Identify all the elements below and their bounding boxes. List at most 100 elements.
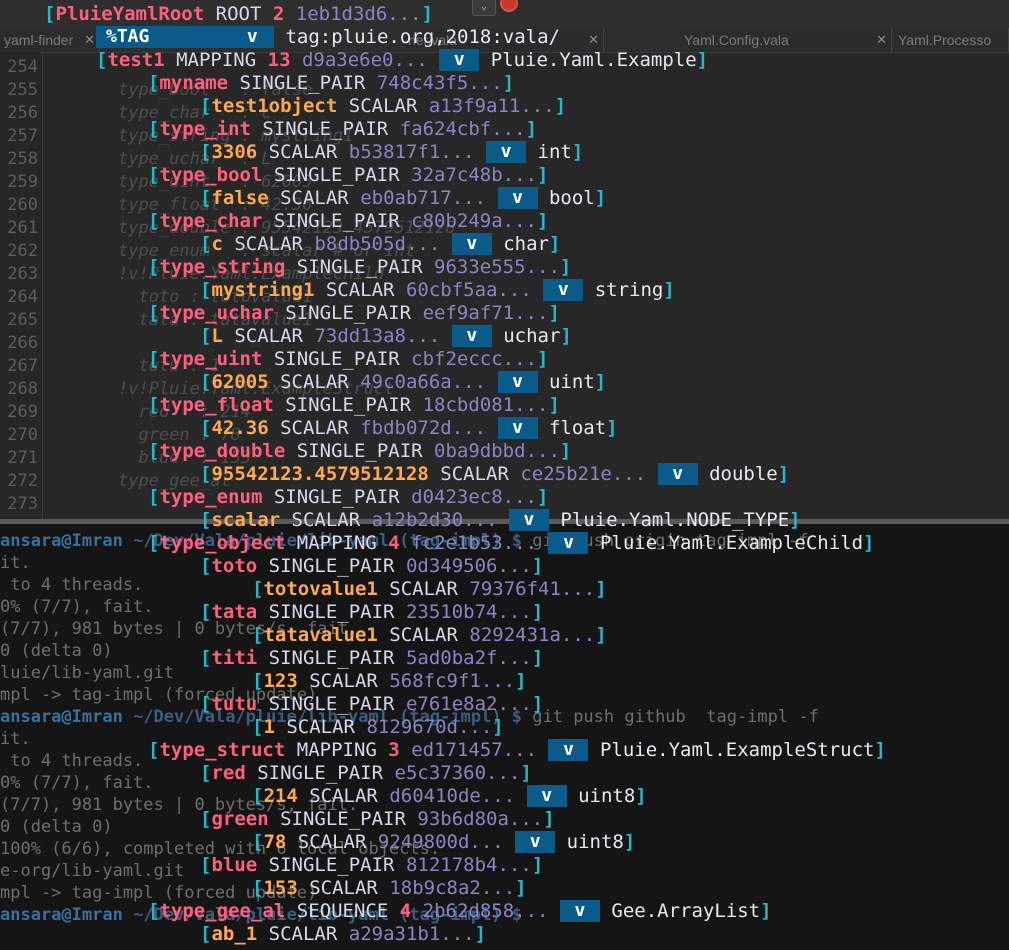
node-value: false [211,187,269,209]
chevron-down-icon[interactable]: v [530,831,541,852]
close-bracket: ] [531,854,544,876]
chevron-down-icon[interactable]: v [672,463,683,484]
type-badge[interactable]: v [559,900,600,922]
close-bracket: ] [548,302,560,324]
chevron-down-icon[interactable]: v [541,785,552,806]
chevron-down-icon[interactable]: v [575,900,586,921]
node-id: b8db505d [314,233,406,255]
node-type: SCALAR [280,371,349,393]
node-class: uint8 [578,785,636,807]
node-type: SCALAR [280,187,349,209]
chevron-down-icon[interactable]: v [466,325,477,346]
node-name: type_double [159,440,286,462]
open-bracket: [ [252,578,264,600]
node-type: SCALAR [291,509,361,531]
open-bracket: [ [252,831,264,853]
node-type: SCALAR [309,877,378,899]
type-badge[interactable]: v [526,785,567,807]
node-type: SINGLE_PAIR [273,164,400,186]
type-badge[interactable]: v [657,463,698,485]
node-type: SCALAR [389,578,458,600]
dump-row: [red SINGLE_PAIR e5c37360...] [200,762,532,785]
open-bracket: [ [200,693,212,715]
close-bracket: ] [559,256,572,278]
chevron-down-icon[interactable]: v [512,371,523,392]
dump-row: [toto SINGLE_PAIR 0d349506...] [200,555,543,578]
child-count: 2 [272,3,285,25]
close-bracket: ] [863,532,875,554]
node-type: SCALAR [234,233,303,255]
type-badge[interactable]: v [548,739,589,761]
ellipsis: ... [486,762,521,784]
node-type: SINGLE_PAIR [285,394,412,416]
chevron-down-icon[interactable]: v [466,233,477,254]
type-badge[interactable]: v [497,187,538,209]
ellipsis: ... [502,210,537,232]
type-badge[interactable]: v [497,417,538,439]
node-type: SCALAR [286,716,355,738]
node-id: 0d349506 [405,555,498,577]
type-badge[interactable]: v [548,532,589,554]
chevron-down-icon[interactable]: v [512,417,523,438]
chevron-down-icon[interactable]: v [524,509,535,530]
ellipsis: ... [405,325,441,347]
close-bracket: ] [760,900,772,922]
open-bracket: [ [148,72,160,94]
open-bracket: [ [200,141,212,163]
chevron-down-icon[interactable]: v [247,26,258,47]
open-bracket: [ [148,486,160,508]
open-bracket: [ [44,3,56,25]
close-bracket: ] [525,118,538,140]
open-bracket: [ [252,877,264,899]
node-type: SCALAR [268,141,338,163]
node-id: 9633e555 [434,256,526,278]
node-type: SINGLE_PAIR [285,302,412,324]
close-bracket: ] [502,72,515,94]
node-id: 18b9c8a2 [389,877,481,899]
ellipsis: ... [560,624,596,646]
dump-row: [type_float SINGLE_PAIR 18cbd081...] [148,394,560,417]
chevron-down-icon[interactable]: v [558,279,569,300]
dump-row: %TAG v tag:pluie.org,2018:vala/ [96,26,560,49]
type-badge[interactable]: v [486,141,527,163]
chevron-down-icon[interactable]: v [501,141,512,162]
node-value: 214 [263,785,298,807]
dump-row: [totovalue1 SCALAR 79376f41...] [252,578,607,601]
dump-row: [type_uint SINGLE_PAIR cbf2eccc...] [148,348,548,371]
node-name: test1 [107,49,165,71]
close-bracket: ] [696,49,709,71]
node-id: 748c43f5 [376,72,469,94]
type-badge[interactable]: v [497,371,538,393]
type-badge[interactable]: v [508,509,549,531]
type-badge[interactable]: v [439,49,480,71]
chevron-down-icon[interactable]: v [454,49,465,70]
node-name: type_float [159,394,274,416]
dump-row: [123 SCALAR 568fc9f1...] [252,670,527,693]
node-type: SINGLE_PAIR [262,118,389,140]
type-badge[interactable]: v [451,233,492,255]
tag-badge[interactable]: %TAG v [96,26,274,48]
ellipsis: ... [497,854,532,876]
node-id: 32a7c48b [411,164,503,186]
tag-label: %TAG [106,26,150,47]
node-type: SCALAR [440,463,509,485]
open-bracket: [ [200,555,212,577]
chevron-down-icon[interactable]: v [563,532,574,553]
ellipsis: ... [525,256,560,278]
chevron-down-icon[interactable]: v [512,187,523,208]
open-bracket: [ [200,325,212,347]
type-badge[interactable]: v [515,831,556,853]
close-bracket: ] [548,394,560,416]
dump-row: [tutu SINGLE_PAIR e761e8a2...] [200,693,543,716]
close-bracket: ] [515,670,527,692]
dump-row: [type_enum SINGLE_PAIR d0423ec8...] [148,486,548,509]
open-bracket: [ [148,348,160,370]
node-name: type_bool [159,164,263,186]
chevron-down-icon[interactable]: v [563,739,574,760]
node-type: SCALAR [268,923,338,945]
type-badge[interactable]: v [543,279,584,301]
type-badge[interactable]: v [451,325,492,347]
node-class: Pluie.Yaml.ExampleChild [599,532,864,554]
node-type: SINGLE_PAIR [268,854,395,876]
node-type: SCALAR [309,670,378,692]
